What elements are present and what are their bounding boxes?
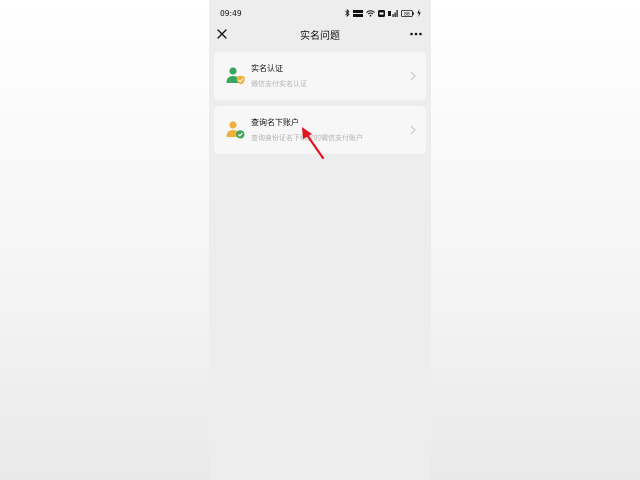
phone-screen: 09:49 88 实名问题 实名认证 微信支付实名认证 查询名下账户 查询身份证… [209, 0, 431, 480]
bluetooth-icon [345, 9, 350, 17]
cellular-signal-icon [388, 9, 398, 17]
nfc-icon [378, 9, 385, 17]
chevron-right-icon [410, 125, 416, 135]
list-item-query-accounts[interactable]: 查询名下账户 查询身份证名下绑定的微信支付账户 [214, 106, 426, 154]
close-icon[interactable] [215, 27, 229, 41]
battery-level: 88 [404, 11, 410, 17]
status-icons: 88 [345, 9, 421, 17]
status-time: 09:49 [220, 8, 242, 18]
list-item-real-name-verification[interactable]: 实名认证 微信支付实名认证 [214, 52, 426, 100]
user-check-icon [226, 121, 245, 139]
list-item-title: 查询名下账户 [251, 118, 299, 127]
charging-icon [417, 9, 421, 17]
page-title: 实名问题 [300, 30, 340, 42]
user-shield-icon [226, 67, 245, 85]
list-item-title: 实名认证 [251, 64, 283, 73]
signal-hd-icon [353, 9, 363, 17]
wifi-icon [366, 9, 375, 17]
list-item-subtitle: 查询身份证名下绑定的微信支付账户 [251, 134, 363, 142]
list-item-subtitle: 微信支付实名认证 [251, 80, 307, 88]
battery-icon: 88 [401, 9, 414, 17]
more-icon[interactable] [409, 27, 423, 41]
nav-bar: 实名问题 [209, 22, 431, 46]
chevron-right-icon [410, 71, 416, 81]
